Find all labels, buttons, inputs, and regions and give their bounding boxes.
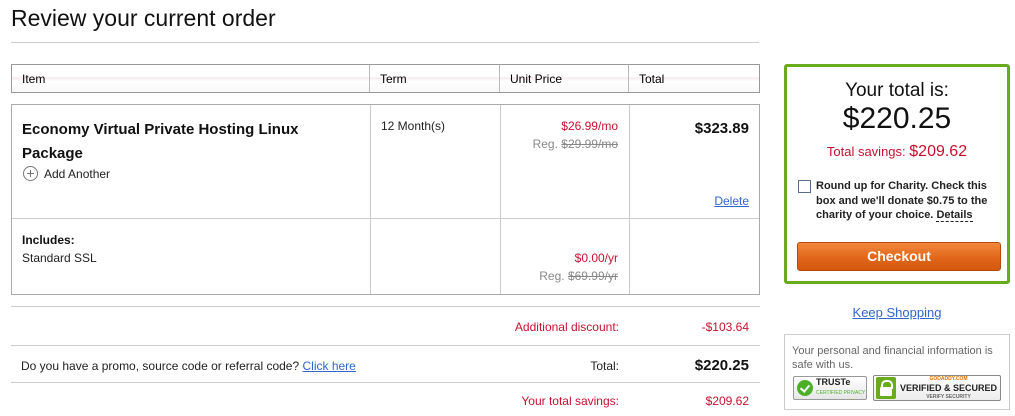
includes-item: Standard SSL <box>22 251 97 265</box>
add-another-button[interactable]: Add Another <box>23 166 110 181</box>
line-item-row: Economy Virtual Private Hosting Linux Pa… <box>12 105 759 219</box>
page-title: Review your current order <box>11 5 276 31</box>
header-item: Item <box>12 65 370 92</box>
total-value: $220.25 <box>694 357 749 374</box>
discount-value: -$103.64 <box>701 320 749 334</box>
security-text: Your personal and financial information … <box>792 345 993 371</box>
verified-main-text: VERIFIED & SECURED <box>900 382 998 393</box>
truste-sub-text: CERTIFIED PRIVACY <box>816 390 866 396</box>
truste-label-text: TRUSTe <box>816 377 851 387</box>
total-savings-value: $209.62 <box>705 394 749 408</box>
total-savings-amount: $209.62 <box>909 143 968 160</box>
total-label: Total: <box>590 359 619 373</box>
header-unit-price: Unit Price <box>500 65 629 92</box>
verified-secured-badge[interactable]: GODADDY.COM VERIFIED & SECURED VERIFY SE… <box>873 375 1001 401</box>
security-box: Your personal and financial information … <box>784 334 1010 410</box>
promo-prompt: Do you have a promo, source code or refe… <box>21 359 356 373</box>
includes-regular-price: Reg. $69.99/yr <box>539 269 618 283</box>
total-savings-label: Your total savings: <box>521 394 619 408</box>
charity-description: Round up for Charity. Check this box and… <box>816 179 1001 223</box>
order-table-header: Item Term Unit Price Total <box>11 64 760 93</box>
unit-price: $26.99/mo <box>561 119 618 133</box>
regular-price-value: $29.99/mo <box>561 137 618 151</box>
title-divider <box>11 42 759 43</box>
header-total: Total <box>639 72 665 86</box>
discount-label: Additional discount: <box>514 320 619 334</box>
includes-row: Includes: Standard SSL $0.00/yr Reg. $69… <box>12 219 759 294</box>
plus-circle-icon <box>23 166 38 181</box>
regular-price: Reg. $29.99/mo <box>533 137 618 151</box>
includes-regular-price-label: Reg. <box>539 269 565 283</box>
keep-shopping-link[interactable]: Keep Shopping <box>784 305 1010 320</box>
header-term: Term <box>370 65 500 92</box>
delete-link[interactable]: Delete <box>714 194 749 208</box>
your-total-heading: Your total is: <box>845 80 949 101</box>
promo-click-here-link[interactable]: Click here <box>303 359 356 373</box>
regular-price-label: Reg. <box>532 137 558 151</box>
summary-divider <box>11 306 760 307</box>
includes-label: Includes: <box>22 233 75 247</box>
product-name: Economy Virtual Private Hosting Linux Pa… <box>22 121 299 162</box>
lock-icon <box>876 377 896 399</box>
includes-price: $0.00/yr <box>574 251 618 265</box>
truste-label: TRUSTe CERTIFIED PRIVACY <box>816 378 865 398</box>
truste-badge[interactable]: TRUSTe CERTIFIED PRIVACY <box>793 376 867 400</box>
verified-label: GODADDY.COM VERIFIED & SECURED VERIFY SE… <box>900 375 997 402</box>
checkout-button[interactable]: Checkout <box>797 242 1001 271</box>
promo-text: Do you have a promo, source code or refe… <box>21 359 300 373</box>
includes-regular-price-value: $69.99/yr <box>567 269 618 283</box>
term-value: 12 Month(s) <box>381 119 446 133</box>
total-savings-label: Total savings: <box>826 144 906 159</box>
checkmark-icon <box>797 380 813 396</box>
summary-divider <box>11 382 760 383</box>
grand-total: $220.25 <box>842 102 952 135</box>
add-another-label: Add Another <box>44 166 111 181</box>
total-savings: Total savings: $209.62 <box>787 143 1007 161</box>
order-total-box: Your total is: $220.25 Total savings: $2… <box>784 64 1010 284</box>
charity-checkbox[interactable] <box>798 180 811 193</box>
verified-sub-text: VERIFY SECURITY <box>926 393 971 400</box>
line-total: $323.89 <box>694 120 749 137</box>
charity-details-link[interactable]: Details <box>936 209 973 222</box>
summary-divider <box>11 345 760 346</box>
order-table: Economy Virtual Private Hosting Linux Pa… <box>11 104 760 295</box>
